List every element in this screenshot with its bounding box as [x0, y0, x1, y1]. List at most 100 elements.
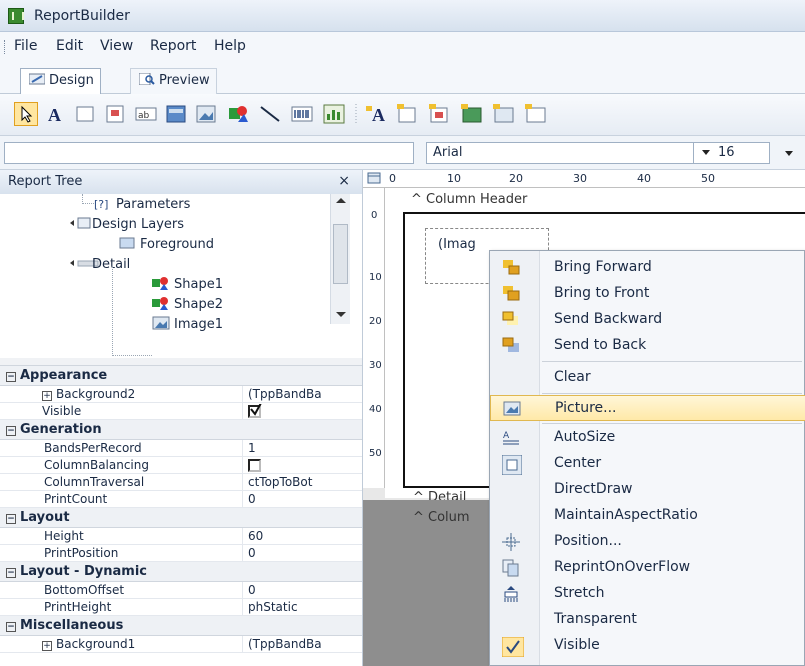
- scroll-up-icon[interactable]: [336, 198, 346, 203]
- prop-value[interactable]: 0: [248, 546, 358, 560]
- category-layout-dynamic[interactable]: − Layout - Dynamic: [0, 562, 362, 582]
- prop-row[interactable]: PrintHeight phStatic: [0, 599, 362, 616]
- expand-icon[interactable]: +: [42, 641, 52, 651]
- menu-report[interactable]: Report: [150, 38, 196, 54]
- tree-node-shape2[interactable]: Shape2: [152, 296, 223, 312]
- prop-value[interactable]: 0: [248, 583, 358, 597]
- menu-edit[interactable]: Edit: [56, 38, 83, 54]
- prop-row[interactable]: PrintPosition 0: [0, 545, 362, 562]
- prop-name: BandsPerRecord: [44, 441, 142, 455]
- prop-row[interactable]: Visible: [0, 403, 362, 420]
- category-miscellaneous[interactable]: − Miscellaneous: [0, 616, 362, 636]
- shape-tool-icon[interactable]: [226, 102, 250, 126]
- prop-row[interactable]: + Background2 (TppBandBa: [0, 386, 362, 403]
- category-generation[interactable]: − Generation: [0, 420, 362, 440]
- collapse-icon[interactable]: −: [6, 622, 16, 632]
- memo-tool-icon[interactable]: [104, 102, 128, 126]
- tree-scrollbar[interactable]: [330, 194, 350, 324]
- image-tool-icon[interactable]: [194, 102, 218, 126]
- label-tool-icon[interactable]: A: [44, 102, 68, 126]
- menu-item-reprint-on-overflow[interactable]: ReprintOnOverFlow: [490, 555, 805, 581]
- ruler-corner-icon[interactable]: [367, 172, 381, 187]
- menu-item-bring-forward[interactable]: Bring Forward: [490, 255, 805, 281]
- font-name-combo[interactable]: Arial: [426, 142, 694, 164]
- category-layout[interactable]: − Layout: [0, 508, 362, 528]
- bring-front-icon: [502, 285, 520, 303]
- menu-item-transparent[interactable]: Transparent: [490, 607, 805, 633]
- prop-value[interactable]: (TppBandBa: [248, 387, 358, 401]
- prop-value[interactable]: 0: [248, 492, 358, 506]
- menu-item-clear[interactable]: Clear: [490, 365, 805, 391]
- chart-tool-icon[interactable]: [322, 102, 346, 126]
- close-icon[interactable]: ×: [338, 173, 350, 189]
- edit-tool-icon[interactable]: [74, 102, 98, 126]
- prop-row[interactable]: BandsPerRecord 1: [0, 440, 362, 457]
- format-toolbar: Arial 16: [0, 136, 805, 170]
- tree-node-design-layers[interactable]: Design Layers: [70, 216, 184, 232]
- menu-item-center[interactable]: Center: [490, 451, 805, 477]
- menu-item-position[interactable]: Position...: [490, 529, 805, 555]
- barcode-tool-icon[interactable]: [290, 102, 314, 126]
- menu-item-visible[interactable]: Visible: [490, 633, 805, 659]
- chevron-down-icon[interactable]: [785, 151, 793, 156]
- dblabel-tool-icon[interactable]: A: [364, 102, 388, 126]
- prop-value[interactable]: 60: [248, 529, 358, 543]
- dbcalc2-tool-icon[interactable]: [524, 102, 548, 126]
- menu-file[interactable]: File: [14, 38, 37, 54]
- prop-row[interactable]: ColumnBalancing: [0, 457, 362, 474]
- menu-item-send-to-back[interactable]: Send to Back: [490, 333, 805, 359]
- tree-node-shape1[interactable]: Shape1: [152, 276, 223, 292]
- menu-item-autosize[interactable]: A AutoSize: [490, 425, 805, 451]
- prop-row[interactable]: BottomOffset 0: [0, 582, 362, 599]
- visible-icon: [501, 636, 525, 658]
- dbtext-tool-icon[interactable]: ab: [134, 102, 158, 126]
- band-icon: [70, 256, 99, 270]
- tree-node-parameters[interactable]: [?] Parameters: [94, 196, 190, 212]
- font-size-combo[interactable]: 16: [694, 142, 770, 164]
- collapse-icon[interactable]: −: [6, 514, 16, 524]
- prop-value[interactable]: 1: [248, 441, 358, 455]
- menu-item-maintain-aspect-ratio[interactable]: MaintainAspectRatio: [490, 503, 805, 529]
- tree-node-foreground[interactable]: Foreground: [118, 236, 214, 252]
- menu-view[interactable]: View: [100, 38, 133, 54]
- menu-help[interactable]: Help: [214, 38, 246, 54]
- column-footer-band-label[interactable]: ^ Colum: [413, 510, 470, 525]
- tab-preview[interactable]: Preview: [130, 68, 217, 94]
- line-tool-icon[interactable]: [258, 102, 282, 126]
- column-header-band-label[interactable]: ^ Column Header: [411, 192, 527, 207]
- scroll-down-icon[interactable]: [336, 312, 346, 317]
- ruler-tick-label: 30: [369, 360, 382, 371]
- collapse-icon[interactable]: −: [6, 372, 16, 382]
- prop-row[interactable]: + Background1 (TppBandBa: [0, 636, 362, 653]
- dbmemo-tool-icon[interactable]: [428, 102, 452, 126]
- category-appearance[interactable]: − Appearance: [0, 366, 362, 386]
- prop-value[interactable]: phStatic: [248, 600, 358, 614]
- menu-item-picture[interactable]: Picture...: [490, 395, 805, 421]
- prop-row[interactable]: Height 60: [0, 528, 362, 545]
- menu-item-send-backward[interactable]: Send Backward: [490, 307, 805, 333]
- dbcalc-tool-icon[interactable]: [164, 102, 188, 126]
- chevron-down-icon[interactable]: [702, 150, 710, 155]
- style-combo[interactable]: [4, 142, 414, 164]
- pointer-tool-icon[interactable]: [14, 102, 38, 126]
- visible-checkbox[interactable]: [248, 404, 262, 418]
- scroll-thumb[interactable]: [333, 224, 348, 284]
- prop-value[interactable]: ctTopToBot: [248, 475, 358, 489]
- expand-icon[interactable]: +: [42, 391, 52, 401]
- prop-row[interactable]: ColumnTraversal ctTopToBot: [0, 474, 362, 491]
- tab-design[interactable]: Design: [20, 68, 101, 94]
- menu-item-directdraw[interactable]: DirectDraw: [490, 477, 805, 503]
- menu-item-stretch[interactable]: Stretch: [490, 581, 805, 607]
- prop-value[interactable]: (TppBandBa: [248, 637, 358, 651]
- prop-row[interactable]: PrintCount 0: [0, 491, 362, 508]
- dbimage-tool-icon[interactable]: [460, 102, 484, 126]
- collapse-icon[interactable]: −: [6, 426, 16, 436]
- collapse-icon[interactable]: −: [6, 568, 16, 578]
- window-title: ReportBuilder: [34, 8, 130, 24]
- menu-item-bring-to-front[interactable]: Bring to Front: [490, 281, 805, 307]
- dbedit-tool-icon[interactable]: [396, 102, 420, 126]
- tree-node-image1[interactable]: Image1: [152, 316, 223, 332]
- column-balancing-checkbox[interactable]: [248, 459, 261, 472]
- dbrichtext-tool-icon[interactable]: [492, 102, 516, 126]
- bring-forward-icon: [502, 259, 520, 277]
